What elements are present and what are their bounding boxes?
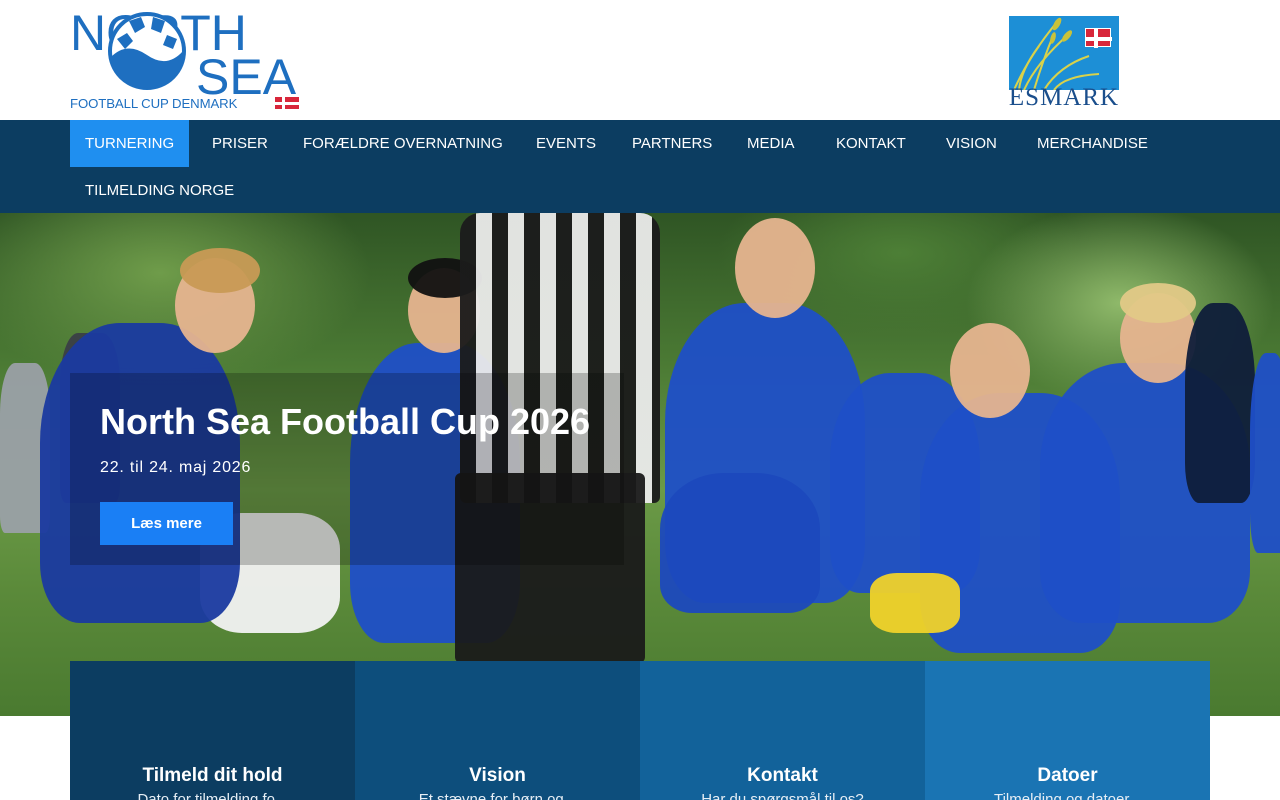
player-figure [1250,353,1280,553]
main-navigation: TURNERING PRISER FORÆLDRE OVERNATNING EV… [0,120,1280,213]
esmark-logo-text: ESMARK [1008,84,1120,111]
feature-box-title: Vision [469,765,526,786]
player-shorts [660,473,820,613]
feature-box-text: Har du spørgsmål til os? [701,791,864,800]
feature-box-text: Et stævne for børn og... [418,791,577,800]
hero-date: 22. til 24. maj 2026 [100,459,252,476]
esmark-logo-box [1009,16,1119,90]
danish-flag-icon [275,97,299,109]
feature-box-contact[interactable]: Kontakt Har du spørgsmål til os? [640,661,925,800]
logo-subtitle: FOOTBALL CUP DENMARK [70,96,238,111]
read-more-button[interactable]: Læs mere [100,502,233,545]
nav-item-partners[interactable]: PARTNERS [617,120,727,167]
nav-item-foraeldre-overnatning[interactable]: FORÆLDRE OVERNATNING [288,120,518,167]
nav-item-turnering[interactable]: TURNERING [70,120,190,167]
player-hair [180,248,260,293]
feature-box-title: Datoer [1037,765,1098,786]
feature-box-register[interactable]: Tilmeld dit hold Dato for tilmelding fo.… [70,661,355,800]
hero-banner: North Sea Football Cup 2026 22. til 24. … [0,213,1280,716]
nav-item-media[interactable]: MEDIA [732,120,810,167]
nav-item-kontakt[interactable]: KONTAKT [821,120,921,167]
nav-item-tilmelding-norge[interactable]: TILMELDING NORGE [70,167,249,214]
feature-box-title: Kontakt [747,765,818,786]
feature-box-vision[interactable]: Vision Et stævne for børn og... [355,661,640,800]
site-header: NORTH SEA FOOTBALL CUP DENMARK [0,0,1280,120]
esmark-partner-logo[interactable]: ESMARK [1008,10,1120,110]
feature-box-text: Dato for tilmelding fo... [137,791,288,800]
feature-box-text: Tilmelding og datoer... [993,791,1142,800]
north-sea-logo[interactable]: NORTH SEA FOOTBALL CUP DENMARK [70,8,302,112]
feature-boxes: Tilmeld dit hold Dato for tilmelding fo.… [70,661,1210,800]
nav-item-merchandise[interactable]: MERCHANDISE [1022,120,1163,167]
player-figure [870,573,960,633]
hero-title: North Sea Football Cup 2026 [100,401,591,442]
logo-word-sea: SEA [196,49,297,105]
player-hair [1120,283,1196,323]
feature-box-title: Tilmeld dit hold [142,765,283,786]
danish-flag-icon [1085,28,1112,48]
player-head [950,323,1030,418]
coach-figure [1185,303,1255,503]
player-head [735,218,815,318]
nav-item-priser[interactable]: PRISER [197,120,283,167]
football-logo-icon [108,12,186,90]
feature-box-dates[interactable]: Datoer Tilmelding og datoer... [925,661,1210,800]
nav-item-vision[interactable]: VISION [931,120,1012,167]
nav-item-events[interactable]: EVENTS [521,120,611,167]
